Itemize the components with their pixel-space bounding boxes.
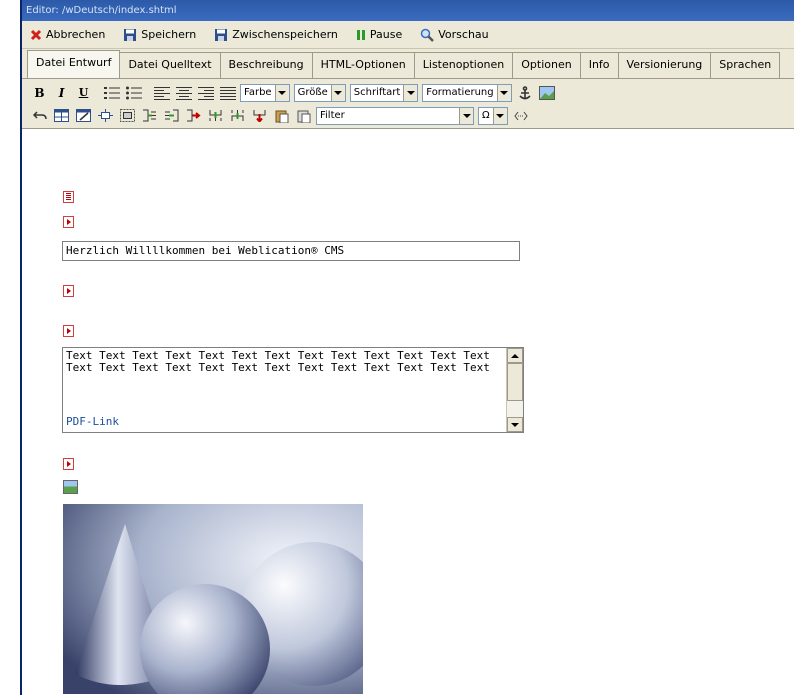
chevron-down-icon <box>274 84 289 101</box>
insert-column-right-icon[interactable] <box>162 107 181 125</box>
tab-html-optionen[interactable]: HTML-Optionen <box>311 52 415 78</box>
save-label: Speichern <box>141 28 197 41</box>
window-title: Editor: /wDeutsch/index.shtml <box>22 0 794 21</box>
toolbar-row-2: Filter Ω <box>30 104 790 127</box>
cell-properties-icon[interactable] <box>118 107 137 125</box>
toolbar-row-1: B I U Farbe Größe Schriftart Formatierun… <box>30 81 790 104</box>
font-select-value: Schriftart <box>353 87 401 98</box>
element-marker-icon[interactable] <box>63 325 74 337</box>
chevron-down-icon <box>403 84 418 101</box>
tab-datei-entwurf[interactable]: Datei Entwurf <box>27 50 121 78</box>
ordered-list-icon[interactable] <box>102 84 121 102</box>
save-temp-label: Zwischenspeichern <box>232 28 338 41</box>
unordered-list-icon[interactable] <box>124 84 143 102</box>
color-select-value: Farbe <box>244 87 272 98</box>
vertical-scrollbar[interactable] <box>506 348 523 432</box>
align-right-icon[interactable] <box>196 84 215 102</box>
undo-icon[interactable] <box>30 107 49 125</box>
tab-versionierung[interactable]: Versionierung <box>617 52 712 78</box>
editor-window: Editor: /wDeutsch/index.shtml Abbrechen … <box>20 0 794 695</box>
scroll-thumb[interactable] <box>507 363 523 401</box>
element-marker-icon[interactable] <box>63 285 74 297</box>
font-select[interactable]: Schriftart <box>349 83 419 102</box>
save-temp-button[interactable]: Zwischenspeichern <box>214 28 338 42</box>
size-select[interactable]: Größe <box>293 83 346 102</box>
bold-button[interactable]: B <box>30 84 49 102</box>
align-center-icon[interactable] <box>174 84 193 102</box>
close-icon <box>30 29 42 41</box>
size-select-value: Größe <box>297 87 328 98</box>
body-text-area[interactable]: Text Text Text Text Text Text Text Text … <box>62 347 524 433</box>
pause-button[interactable]: Pause <box>356 28 402 41</box>
formatting-toolbar: B I U Farbe Größe Schriftart Formatierun… <box>22 79 794 129</box>
save-button[interactable]: Speichern <box>123 28 196 42</box>
insert-row-below-icon[interactable] <box>228 107 247 125</box>
tab-sprachen[interactable]: Sprachen <box>710 52 781 78</box>
delete-column-icon[interactable] <box>184 107 203 125</box>
paste-icon[interactable] <box>272 107 291 125</box>
italic-button[interactable]: I <box>52 84 71 102</box>
insert-row-icon[interactable] <box>206 107 225 125</box>
title-field[interactable]: Herzlich Willllkommen bei Weblication® C… <box>62 241 520 261</box>
magnifier-icon <box>420 28 435 42</box>
align-left-icon[interactable] <box>152 84 171 102</box>
tab-optionen[interactable]: Optionen <box>512 52 581 78</box>
filter-select[interactable]: Filter <box>316 106 474 125</box>
tab-info[interactable]: Info <box>579 52 619 78</box>
element-marker-icon[interactable] <box>63 458 74 470</box>
tab-bar: Datei Entwurf Datei Quelltext Beschreibu… <box>22 49 794 79</box>
cancel-label: Abbrechen <box>46 28 106 41</box>
cancel-button[interactable]: Abbrechen <box>30 28 105 41</box>
action-bar: Abbrechen Speichern Zwischenspeichern Pa… <box>22 21 794 49</box>
delete-row-icon[interactable] <box>250 107 269 125</box>
preview-button[interactable]: Vorschau <box>420 28 489 42</box>
preview-label: Vorschau <box>438 28 489 41</box>
color-select[interactable]: Farbe <box>240 83 290 102</box>
image-element-icon[interactable] <box>63 480 78 494</box>
scroll-up-button[interactable] <box>507 348 523 363</box>
tab-datei-quelltext[interactable]: Datei Quelltext <box>119 52 221 78</box>
paste-text-icon[interactable] <box>294 107 313 125</box>
editor-canvas[interactable]: Herzlich Willllkommen bei Weblication® C… <box>42 180 792 695</box>
anchor-icon[interactable] <box>516 84 535 102</box>
chevron-down-icon <box>459 107 473 124</box>
underline-button[interactable]: U <box>74 84 93 102</box>
filter-select-value: Filter <box>320 110 345 121</box>
pause-label: Pause <box>369 28 403 41</box>
table-icon[interactable] <box>52 107 71 125</box>
insert-image-icon[interactable] <box>538 84 557 102</box>
cell-icon[interactable] <box>96 107 115 125</box>
pdf-link[interactable]: PDF-Link <box>66 415 119 428</box>
insert-column-icon[interactable] <box>140 107 159 125</box>
document-marker-icon[interactable] <box>63 191 74 203</box>
content-image[interactable] <box>63 504 363 694</box>
nbsp-icon[interactable] <box>512 107 531 125</box>
table-edit-icon[interactable] <box>74 107 93 125</box>
chevron-down-icon <box>496 84 511 101</box>
chevron-down-icon <box>330 84 345 101</box>
body-text[interactable]: Text Text Text Text Text Text Text Text … <box>66 350 506 374</box>
floppy-disk-icon <box>214 28 228 42</box>
symbol-select[interactable]: Ω <box>478 106 508 125</box>
pause-icon <box>356 29 366 41</box>
format-select-value: Formatierung <box>426 87 494 98</box>
element-marker-icon[interactable] <box>63 216 74 228</box>
align-justify-icon[interactable] <box>218 84 237 102</box>
symbol-select-value: Ω <box>482 110 490 121</box>
tab-beschreibung[interactable]: Beschreibung <box>219 52 313 78</box>
scroll-down-button[interactable] <box>507 417 523 432</box>
floppy-disk-icon <box>123 28 137 42</box>
format-select[interactable]: Formatierung <box>422 83 512 102</box>
chevron-down-icon <box>492 107 507 124</box>
tab-listenoptionen[interactable]: Listenoptionen <box>413 52 514 78</box>
